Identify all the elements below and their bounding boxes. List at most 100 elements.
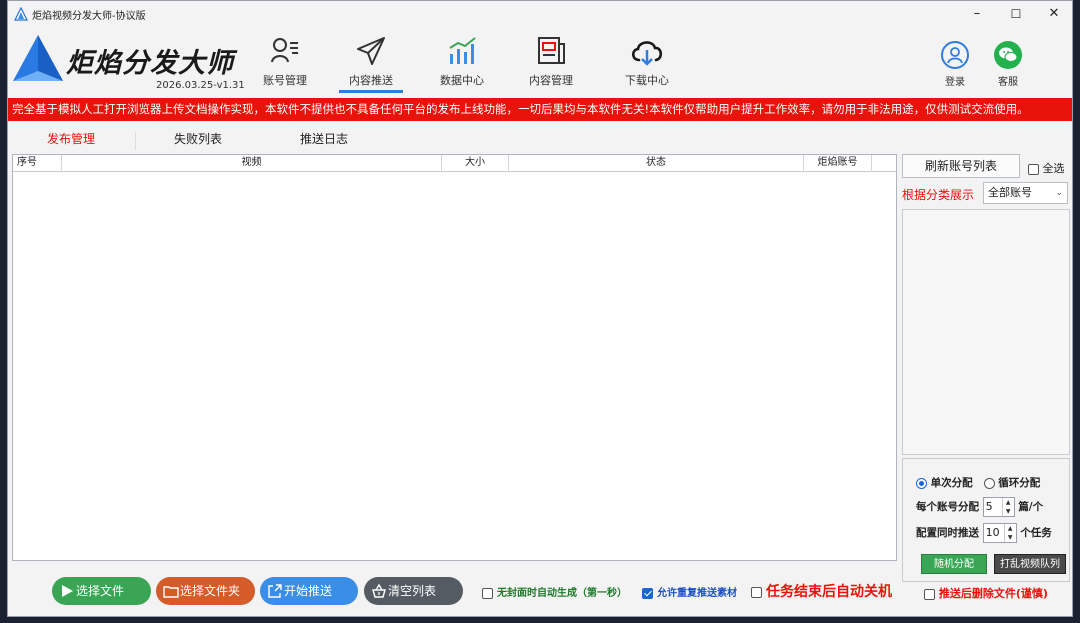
select-folder-button[interactable]: 选择文件夹 (156, 577, 255, 605)
nav-content-push[interactable]: 内容推送 (335, 33, 407, 93)
disclaimer-banner: 完全基于模拟人工打开浏览器上传文档操作实现，本软件不提供也不具备任何平台的发布上… (8, 98, 1072, 121)
login-button[interactable]: 登录 (935, 41, 975, 88)
maximize-button[interactable]: ☐ (997, 1, 1035, 27)
per-account-row: 每个账号分配 5 ▲ ▼ 篇/个 (916, 497, 1043, 517)
nav-content-management[interactable]: 内容管理 (516, 33, 586, 93)
wechat-icon (994, 41, 1022, 69)
user-avatar-icon (941, 41, 969, 69)
account-list[interactable] (902, 209, 1070, 455)
nav-label: 下载中心 (625, 74, 669, 87)
radio-cycle-distribution[interactable] (983, 477, 995, 489)
nav-account-management[interactable]: 账号管理 (253, 33, 317, 93)
per-account-label: 每个账号分配 (916, 501, 979, 513)
column-header-size[interactable]: 大小 (442, 155, 509, 172)
column-header-account[interactable]: 炬焰账号 (804, 155, 872, 172)
clear-list-button[interactable]: 清空列表 (364, 577, 463, 605)
select-all-label: 全选 (1042, 162, 1065, 175)
select-value: 全部账号 (988, 186, 1032, 199)
column-header-index[interactable]: 序号 (13, 155, 62, 172)
auto-cover-label: 无封面时自动生成（第一秒） (497, 588, 627, 599)
customer-service-button[interactable]: 客服 (988, 41, 1028, 88)
user-list-icon (271, 38, 298, 63)
allow-repeat-option[interactable]: 允许重复推送素材 (642, 584, 737, 599)
folder-icon (163, 586, 179, 598)
service-label: 客服 (998, 77, 1018, 88)
cycle-mode-label: 循环分配 (998, 477, 1041, 489)
per-account-unit: 篇/个 (1018, 501, 1044, 513)
clear-list-label: 清空列表 (388, 584, 437, 598)
app-window: 炬焰视频分发大师-协议版 – ☐ ✕ 炬焰分发大师 2026.03.25-v1.… (7, 0, 1073, 617)
shuffle-queue-button[interactable]: 打乱视频队列 (994, 554, 1066, 574)
concurrent-stepper[interactable]: 10 ▲ ▼ (982, 523, 1017, 543)
video-table[interactable]: 序号 视频 大小 状态 炬焰账号 (12, 154, 897, 561)
random-distribution-button[interactable]: 随机分配 (921, 554, 987, 574)
minimize-button[interactable]: – (958, 1, 996, 27)
checkbox-box[interactable] (1028, 163, 1039, 175)
classify-label: 根据分类展示 (902, 188, 975, 202)
tab-push-log[interactable]: 推送日志 (279, 130, 369, 147)
start-push-button[interactable]: 开始推送 (260, 577, 358, 605)
checkbox-box[interactable] (642, 587, 653, 599)
start-push-label: 开始推送 (284, 584, 333, 598)
taskbar-strip (0, 617, 1080, 623)
brand-name: 炬焰分发大师 (66, 48, 234, 79)
tab-publish-management[interactable]: 发布管理 (26, 130, 116, 147)
column-header-status[interactable]: 状态 (509, 155, 804, 172)
account-category-select[interactable]: 全部账号 ⌄ (983, 182, 1068, 204)
delete-after-label: 推送后删除文件(谨慎) (938, 587, 1048, 600)
paper-plane-icon (357, 37, 385, 65)
stepper-arrows-icon[interactable]: ▲ ▼ (1003, 524, 1016, 542)
concurrent-value: 10 (985, 526, 1000, 539)
concurrent-row: 配置同时推送 10 ▲ ▼ 个任务 (916, 523, 1052, 543)
nav-label: 内容推送 (349, 74, 393, 87)
column-header-video[interactable]: 视频 (62, 155, 442, 172)
login-label: 登录 (945, 77, 965, 88)
select-all-checkbox[interactable]: 全选 (1028, 160, 1065, 176)
nav-download-center[interactable]: 下载中心 (612, 33, 682, 93)
window-title: 炬焰视频分发大师-协议版 (32, 11, 146, 22)
distribution-mode: 单次分配 循环分配 (916, 475, 1040, 490)
select-folder-label: 选择文件夹 (180, 584, 241, 598)
brand-logo-icon (13, 35, 63, 81)
nav-label: 账号管理 (263, 74, 307, 87)
nav-label: 数据中心 (440, 74, 484, 87)
active-tab-indicator (339, 90, 403, 93)
nav-label: 内容管理 (529, 74, 573, 87)
select-file-label: 选择文件 (76, 584, 125, 598)
stepper-arrows-icon[interactable]: ▲ ▼ (1001, 498, 1014, 516)
per-account-stepper[interactable]: 5 ▲ ▼ (982, 497, 1015, 517)
tab-failed-list[interactable]: 失败列表 (153, 130, 243, 147)
close-button[interactable]: ✕ (1035, 1, 1072, 27)
auto-cover-option[interactable]: 无封面时自动生成（第一秒） (482, 584, 627, 599)
select-file-button[interactable]: 选择文件 (52, 577, 151, 605)
single-mode-label: 单次分配 (930, 477, 973, 489)
chevron-down-icon: ⌄ (1055, 188, 1063, 198)
allow-repeat-label: 允许重复推送素材 (657, 588, 737, 599)
refresh-accounts-button[interactable]: 刷新账号列表 (902, 154, 1020, 178)
header-toolbar: 炬焰分发大师 2026.03.25-v1.31 账号管理 内容推送 数据中心 内… (8, 27, 1072, 97)
auto-shutdown-label: 任务结束后自动关机 (766, 584, 892, 600)
per-account-value: 5 (985, 500, 993, 513)
table-header: 序号 视频 大小 状态 炬焰账号 (13, 155, 896, 172)
basket-icon (372, 583, 386, 598)
radio-single-distribution[interactable] (916, 477, 927, 489)
version-label: 2026.03.25-v1.31 (156, 80, 245, 91)
concurrent-label: 配置同时推送 (916, 527, 979, 539)
auto-shutdown-option[interactable]: 任务结束后自动关机 (751, 581, 892, 601)
tab-divider (135, 132, 136, 150)
newspaper-icon (538, 37, 565, 64)
play-arrow-icon (62, 585, 73, 597)
distribution-settings: 单次分配 循环分配 每个账号分配 5 ▲ ▼ 篇/个 配置同时推送 10 ▲ ▼ 个… (902, 458, 1070, 582)
delete-after-push-option[interactable]: 推送后删除文件(谨慎) (924, 585, 1048, 601)
checkbox-box[interactable] (751, 586, 762, 598)
title-bar: 炬焰视频分发大师-协议版 – ☐ ✕ (8, 1, 1072, 27)
checkbox-box[interactable] (482, 587, 493, 599)
content-tabs: 发布管理 失败列表 推送日志 (8, 126, 898, 152)
external-link-icon (268, 584, 282, 598)
app-logo-icon (14, 7, 28, 21)
checkbox-box[interactable] (924, 588, 935, 600)
concurrent-unit: 个任务 (1020, 527, 1052, 539)
bar-chart-icon (449, 37, 476, 64)
nav-data-center[interactable]: 数据中心 (428, 33, 496, 93)
cloud-download-icon (631, 41, 663, 66)
